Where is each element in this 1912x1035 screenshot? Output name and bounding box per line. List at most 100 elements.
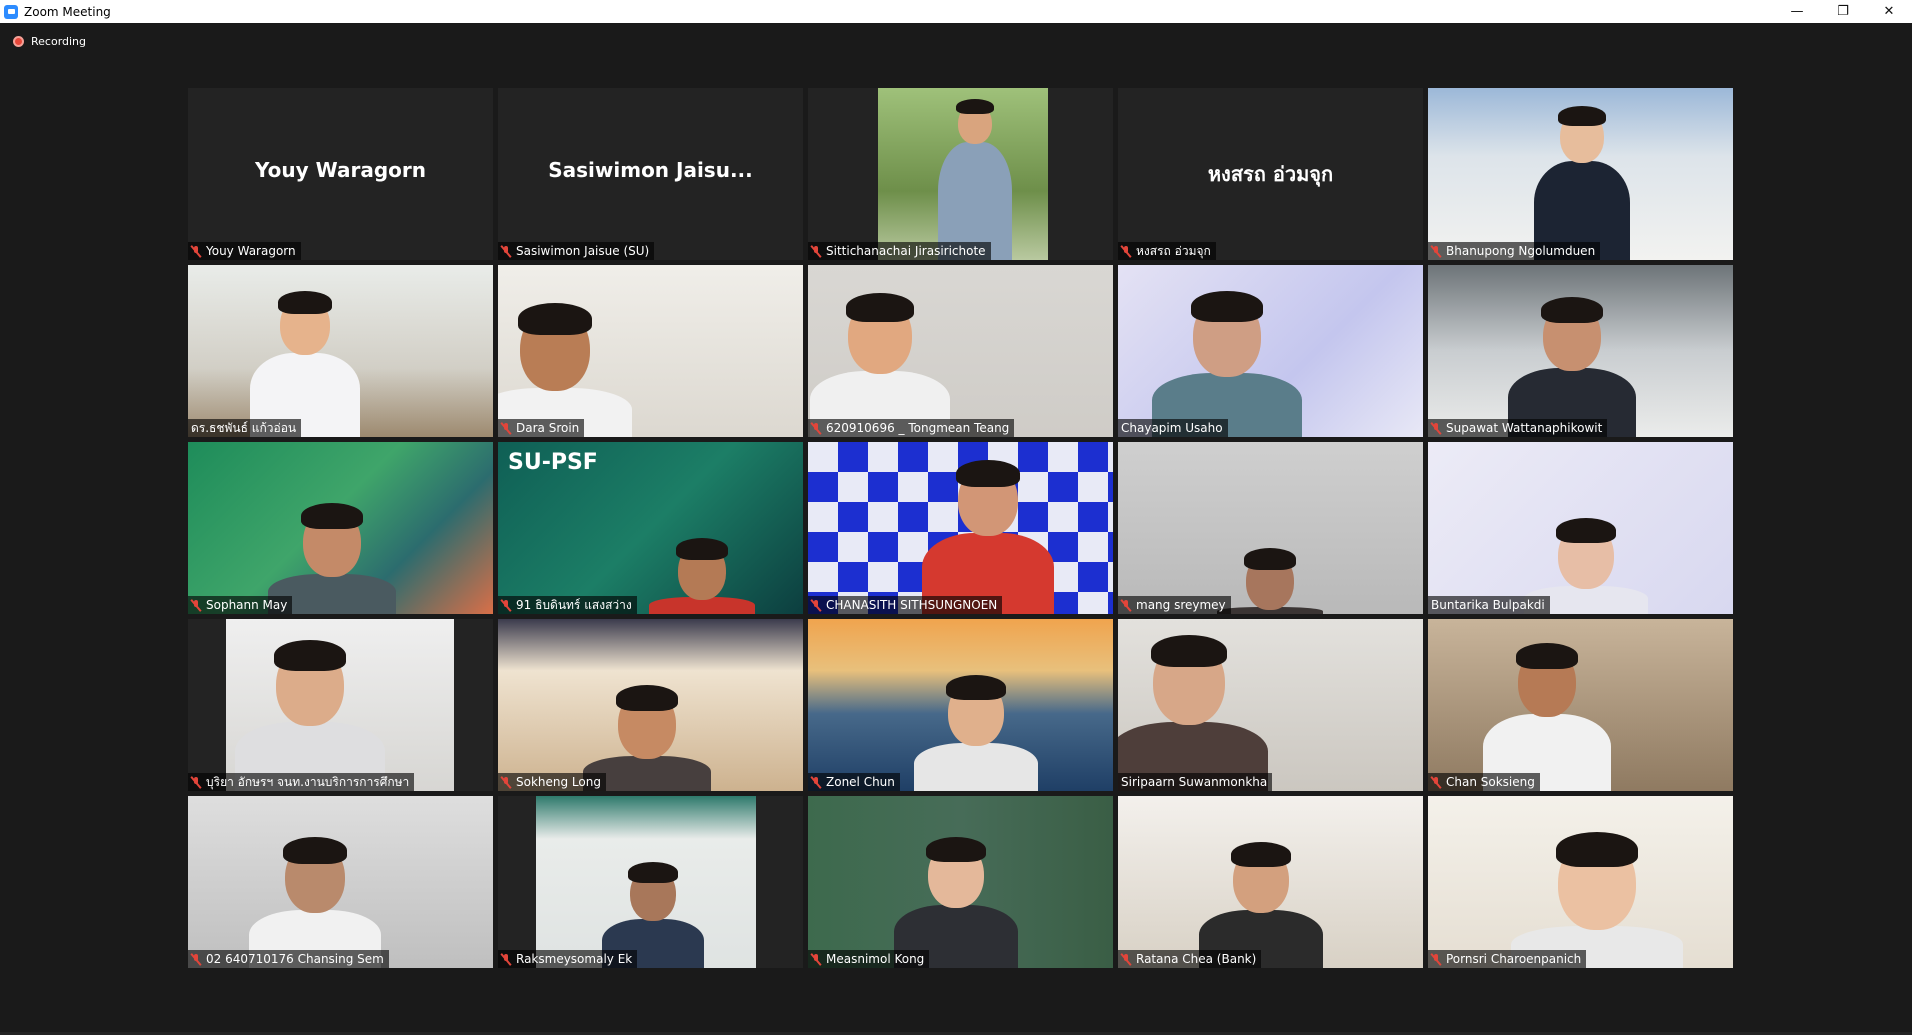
window-controls: — ❐ ✕ xyxy=(1774,0,1912,23)
participant-tile[interactable]: Sasiwimon Jaisu... Sasiwimon Jaisue (SU) xyxy=(498,88,803,260)
participant-tile[interactable]: Dara Sroin xyxy=(498,265,803,437)
participant-video xyxy=(1428,796,1733,968)
participant-name-label: Pornsri Charoenpanich xyxy=(1428,950,1587,968)
participant-name-label: Sokheng Long xyxy=(498,773,606,791)
participant-video xyxy=(1428,88,1733,260)
participant-video xyxy=(1428,442,1733,614)
restore-button[interactable]: ❐ xyxy=(1820,0,1866,23)
participant-name: Supawat Wattanaphikowit xyxy=(1446,421,1603,435)
participant-name-label: Zonel Chun xyxy=(808,773,900,791)
participant-tile[interactable]: บุริยา อักษรฯ จนท.งานบริการการศึกษา xyxy=(188,619,493,791)
participant-name-label: บุริยา อักษรฯ จนท.งานบริการการศึกษา xyxy=(188,773,415,791)
participant-tile[interactable]: Sophann May xyxy=(188,442,493,614)
mic-muted-icon xyxy=(191,776,201,789)
close-button[interactable]: ✕ xyxy=(1866,0,1912,23)
participant-tile[interactable]: Siripaarn Suwanmonkha xyxy=(1118,619,1423,791)
participant-tile[interactable]: หงสรถ อ่วมจุก หงสรถ อ่วมจุก xyxy=(1118,88,1423,260)
minimize-button[interactable]: — xyxy=(1774,0,1820,23)
participant-video xyxy=(1428,619,1733,791)
participant-tile[interactable]: Ratana Chea (Bank) xyxy=(1118,796,1423,968)
mic-muted-icon xyxy=(501,599,511,612)
participant-tile[interactable]: Chayapim Usaho xyxy=(1118,265,1423,437)
mic-muted-icon xyxy=(501,422,511,435)
participant-name-label: 91 ธิบดินทร์ แสงสว่าง xyxy=(498,596,637,614)
participant-name: Sophann May xyxy=(206,598,288,612)
window-title-bar: Zoom Meeting — ❐ ✕ xyxy=(0,0,1912,23)
participant-video xyxy=(188,619,493,791)
mic-muted-icon xyxy=(501,953,511,966)
participant-video xyxy=(1118,619,1423,791)
mic-muted-icon xyxy=(811,599,821,612)
mic-muted-icon xyxy=(1431,245,1441,258)
participant-tile[interactable]: ดร.ธชพันธ์ แก้วอ่อน xyxy=(188,265,493,437)
participant-video xyxy=(498,796,803,968)
participant-name: Siripaarn Suwanmonkha xyxy=(1121,775,1268,789)
participant-name-label: Youy Waragorn xyxy=(188,242,301,260)
participant-video xyxy=(808,88,1113,260)
participant-name-label: Raksmeysomaly Ek xyxy=(498,950,638,968)
participant-display-name: หงสรถ อ่วมจุก xyxy=(1207,162,1334,186)
participant-name-label: Sophann May xyxy=(188,596,293,614)
participant-tile[interactable]: SU-PSF 91 ธิบดินทร์ แสงสว่าง xyxy=(498,442,803,614)
participant-name: บุริยา อักษรฯ จนท.งานบริการการศึกษา xyxy=(206,775,410,789)
mic-muted-icon xyxy=(1121,245,1131,258)
mic-muted-icon xyxy=(1431,776,1441,789)
participant-video xyxy=(498,619,803,791)
mic-muted-icon xyxy=(1431,953,1441,966)
mic-muted-icon xyxy=(191,953,201,966)
participant-name: ดร.ธชพันธ์ แก้วอ่อน xyxy=(191,421,297,435)
participant-tile[interactable]: Youy Waragorn Youy Waragorn xyxy=(188,88,493,260)
participant-tile[interactable]: Pornsri Charoenpanich xyxy=(1428,796,1733,968)
participant-tile[interactable]: mang sreymey xyxy=(1118,442,1423,614)
gallery-view-grid: Youy Waragorn Youy Waragorn Sasiwimon Jais… xyxy=(188,88,1733,968)
participant-tile[interactable]: Sokheng Long xyxy=(498,619,803,791)
participant-name: Zonel Chun xyxy=(826,775,895,789)
participant-name: Sokheng Long xyxy=(516,775,601,789)
participant-name: หงสรถ อ่วมจุก xyxy=(1136,244,1211,258)
participant-video xyxy=(808,796,1113,968)
mic-muted-icon xyxy=(1431,422,1441,435)
participant-tile[interactable]: 620910696 _ Tongmean Teang xyxy=(808,265,1113,437)
recording-indicator[interactable]: Recording xyxy=(13,35,86,48)
participant-display-name: Youy Waragorn xyxy=(255,158,426,182)
virtual-background-text: SU-PSF xyxy=(508,450,598,475)
participant-tile[interactable]: Sittichanachai Jirasirichote xyxy=(808,88,1113,260)
participant-video xyxy=(808,442,1113,614)
participant-name: Chan Soksieng xyxy=(1446,775,1535,789)
participant-tile[interactable]: Bhanupong Ngolumduen xyxy=(1428,88,1733,260)
participant-name-label: Bhanupong Ngolumduen xyxy=(1428,242,1601,260)
recording-label: Recording xyxy=(31,35,87,48)
participant-name-label: Sasiwimon Jaisue (SU) xyxy=(498,242,655,260)
participant-tile[interactable]: Measnimol Kong xyxy=(808,796,1113,968)
participant-name-label: mang sreymey xyxy=(1118,596,1231,614)
participant-name: Sasiwimon Jaisue (SU) xyxy=(516,244,650,258)
participant-tile[interactable]: Zonel Chun xyxy=(808,619,1113,791)
mic-muted-icon xyxy=(811,422,821,435)
participant-name: Pornsri Charoenpanich xyxy=(1446,952,1582,966)
meeting-stage: Recording Youy Waragorn Youy Waragorn Sasi… xyxy=(0,23,1912,1035)
participant-video xyxy=(808,619,1113,791)
participant-video xyxy=(1118,265,1423,437)
participant-tile[interactable]: Buntarika Bulpakdi xyxy=(1428,442,1733,614)
participant-name-label: 02 640710176 Chansing Sem xyxy=(188,950,389,968)
participant-tile[interactable]: Raksmeysomaly Ek xyxy=(498,796,803,968)
participant-tile[interactable]: 02 640710176 Chansing Sem xyxy=(188,796,493,968)
mic-muted-icon xyxy=(1121,953,1131,966)
participant-name-label: Siripaarn Suwanmonkha xyxy=(1118,773,1273,791)
participant-name: mang sreymey xyxy=(1136,598,1226,612)
participant-video xyxy=(498,265,803,437)
participant-display-name: Sasiwimon Jaisu... xyxy=(548,158,753,182)
participant-tile[interactable]: Supawat Wattanaphikowit xyxy=(1428,265,1733,437)
participant-name: Youy Waragorn xyxy=(206,244,296,258)
participant-tile[interactable]: Chan Soksieng xyxy=(1428,619,1733,791)
participant-name: Ratana Chea (Bank) xyxy=(1136,952,1257,966)
mic-muted-icon xyxy=(501,776,511,789)
mic-muted-icon xyxy=(811,776,821,789)
participant-tile[interactable]: CHANASITH SITHSUNGNOEN xyxy=(808,442,1113,614)
participant-video xyxy=(188,265,493,437)
participant-name: Measnimol Kong xyxy=(826,952,925,966)
window-title: Zoom Meeting xyxy=(24,4,111,19)
participant-name-label: Ratana Chea (Bank) xyxy=(1118,950,1262,968)
participant-name: CHANASITH SITHSUNGNOEN xyxy=(826,598,998,612)
recording-icon xyxy=(13,36,24,47)
